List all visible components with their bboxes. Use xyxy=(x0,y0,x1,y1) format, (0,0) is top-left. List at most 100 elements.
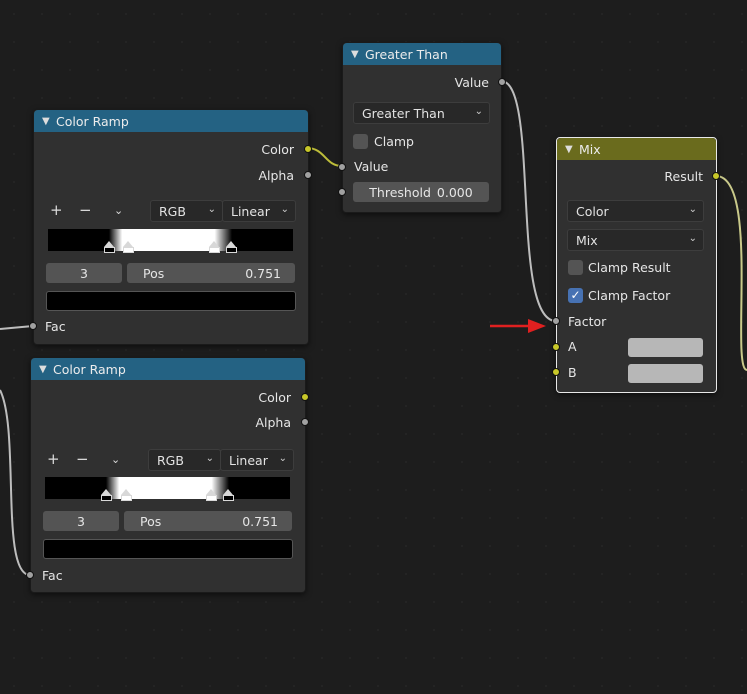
ramp-stop-2[interactable] xyxy=(206,489,217,501)
color-ramp-gradient[interactable] xyxy=(48,229,293,251)
color-ramp-gradient[interactable] xyxy=(45,477,290,499)
input-b-socket[interactable] xyxy=(552,368,560,376)
ramp-stop-0[interactable] xyxy=(101,489,112,501)
input-value-label: Value xyxy=(354,159,389,174)
input-value-socket[interactable] xyxy=(338,163,346,171)
pos-value: 0.751 xyxy=(245,265,281,281)
active-stop-index-value: 3 xyxy=(77,513,85,529)
node-header[interactable]: ▼ Greater Than xyxy=(343,43,501,65)
color-mode-dropdown[interactable]: RGB ⌄ xyxy=(148,449,221,471)
chevron-down-icon: ⌄ xyxy=(688,204,697,215)
output-value-socket[interactable] xyxy=(498,78,506,86)
chevron-down-icon: ⌄ xyxy=(474,106,483,117)
output-value-label: Value xyxy=(454,75,489,90)
ramp-stop-3-active[interactable] xyxy=(223,489,234,501)
clamp-label: Clamp xyxy=(374,134,414,149)
color-ramp-node-2[interactable]: ▼ Color Ramp Color Alpha + − ⌄ RGB ⌄ Lin… xyxy=(26,357,309,593)
output-alpha-socket[interactable] xyxy=(301,418,309,426)
input-b-label: B xyxy=(568,365,577,380)
input-fac-socket[interactable] xyxy=(29,322,37,330)
ramp-stop-3-active[interactable] xyxy=(226,241,237,253)
color-mode-value: RGB xyxy=(157,452,184,468)
clamp-factor-label: Clamp Factor xyxy=(588,288,671,303)
input-factor-socket[interactable] xyxy=(552,317,560,325)
active-stop-index-field[interactable]: 3 xyxy=(43,511,119,531)
operation-dropdown[interactable]: Greater Than ⌄ xyxy=(353,102,490,124)
clamp-checkbox[interactable] xyxy=(353,134,368,149)
pos-value: 0.751 xyxy=(242,513,278,529)
data-type-dropdown[interactable]: Color ⌄ xyxy=(567,200,704,222)
operation-value: Greater Than xyxy=(362,105,445,121)
node-header[interactable]: ▼ Color Ramp xyxy=(31,358,305,380)
clamp-factor-checkbox[interactable]: ✓ xyxy=(568,288,583,303)
blend-mode-dropdown[interactable]: Mix ⌄ xyxy=(567,229,704,251)
ramp-stop-0[interactable] xyxy=(104,241,115,253)
chevron-down-icon[interactable]: ⌄ xyxy=(111,453,120,466)
stop-position-field[interactable]: Pos 0.751 xyxy=(124,511,292,531)
input-b-color-swatch[interactable] xyxy=(628,364,703,383)
plus-icon[interactable]: + xyxy=(50,201,63,219)
output-alpha-socket[interactable] xyxy=(304,171,312,179)
clamp-result-checkbox[interactable] xyxy=(568,260,583,275)
input-a-socket[interactable] xyxy=(552,343,560,351)
interpolation-dropdown[interactable]: Linear ⌄ xyxy=(220,449,294,471)
chevron-down-icon[interactable]: ▼ xyxy=(565,144,579,155)
color-ramp-node-1[interactable]: ▼ Color Ramp Color Alpha + − ⌄ RGB ⌄ Lin… xyxy=(29,109,312,345)
check-icon: ✓ xyxy=(570,288,581,302)
output-alpha-label: Alpha xyxy=(258,168,294,183)
stop-color-swatch[interactable] xyxy=(46,291,296,311)
chevron-down-icon: ⌄ xyxy=(205,453,214,464)
threshold-value: 0.000 xyxy=(436,184,473,200)
output-result-socket[interactable] xyxy=(712,172,720,180)
chevron-down-icon: ⌄ xyxy=(280,204,289,215)
threshold-field[interactable]: Threshold 0.000 xyxy=(353,182,489,202)
link-mix-result-out xyxy=(715,175,747,371)
node-title: Mix xyxy=(579,141,601,157)
minus-icon[interactable]: − xyxy=(79,201,92,219)
input-factor-label: Factor xyxy=(568,314,607,329)
output-color-label: Color xyxy=(261,142,294,157)
output-alpha-label: Alpha xyxy=(255,415,291,430)
input-fac-socket[interactable] xyxy=(26,571,34,579)
ramp-stop-1[interactable] xyxy=(121,489,132,501)
color-mode-dropdown[interactable]: RGB ⌄ xyxy=(150,200,223,222)
link-into-ramp2-fac xyxy=(0,389,31,576)
chevron-down-icon[interactable]: ▼ xyxy=(351,49,365,60)
ramp-stop-1[interactable] xyxy=(123,241,134,253)
pos-label: Pos xyxy=(140,513,162,529)
threshold-label: Threshold xyxy=(369,184,431,200)
chevron-down-icon: ⌄ xyxy=(278,453,287,464)
node-title: Color Ramp xyxy=(56,113,129,129)
pos-label: Pos xyxy=(143,265,165,281)
output-color-socket[interactable] xyxy=(304,145,312,153)
input-fac-label: Fac xyxy=(45,319,66,334)
mix-node[interactable]: ▼ Mix Result Color ⌄ Mix ⌄ Clamp Result … xyxy=(552,137,720,393)
ramp-stop-2[interactable] xyxy=(209,241,220,253)
node-header[interactable]: ▼ Mix xyxy=(557,138,716,160)
chevron-down-icon[interactable]: ⌄ xyxy=(114,204,123,217)
node-header[interactable]: ▼ Color Ramp xyxy=(34,110,308,132)
chevron-down-icon: ⌄ xyxy=(688,233,697,244)
minus-icon[interactable]: − xyxy=(76,450,89,468)
plus-icon[interactable]: + xyxy=(47,450,60,468)
active-stop-index-field[interactable]: 3 xyxy=(46,263,122,283)
greater-than-node[interactable]: ▼ Greater Than Value Greater Than ⌄ Clam… xyxy=(338,42,506,213)
clamp-result-label: Clamp Result xyxy=(588,260,671,275)
input-threshold-socket[interactable] xyxy=(338,188,346,196)
input-a-color-swatch[interactable] xyxy=(628,338,703,357)
red-arrow-annotation xyxy=(490,319,546,333)
input-a-label: A xyxy=(568,339,577,354)
stop-position-field[interactable]: Pos 0.751 xyxy=(127,263,295,283)
node-title: Greater Than xyxy=(365,46,448,62)
output-color-socket[interactable] xyxy=(301,393,309,401)
output-color-label: Color xyxy=(258,390,291,405)
chevron-down-icon[interactable]: ▼ xyxy=(42,116,56,127)
interpolation-dropdown[interactable]: Linear ⌄ xyxy=(222,200,296,222)
stop-color-swatch[interactable] xyxy=(43,539,293,559)
input-fac-label: Fac xyxy=(42,568,63,583)
node-title: Color Ramp xyxy=(53,361,126,377)
chevron-down-icon[interactable]: ▼ xyxy=(39,364,53,375)
active-stop-index-value: 3 xyxy=(80,265,88,281)
interpolation-value: Linear xyxy=(229,452,268,468)
output-result-label: Result xyxy=(664,169,703,184)
